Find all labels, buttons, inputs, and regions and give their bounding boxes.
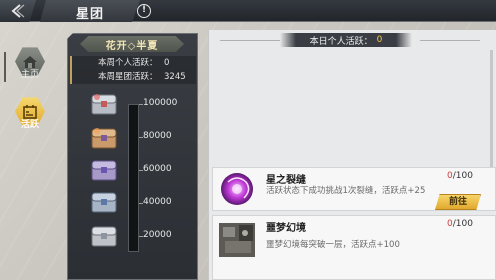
weekly-personal-value: 0 [164,58,170,68]
nav-item-activity[interactable]: 活跃 [12,92,48,134]
purple-chest-icon[interactable] [88,156,120,184]
blue-chest-icon[interactable] [88,188,120,216]
team-name-plate: 花开◇半夏 [80,36,184,52]
milestone-value: 100000 [143,98,178,108]
nav-bracket [4,52,12,82]
bronze-chest-icon[interactable] [88,124,120,152]
star-rift-icon [212,167,262,211]
milestone-value: 20000 [143,230,172,240]
page-title: 星团 [76,7,105,22]
nav-item-home[interactable]: 主页 [12,42,48,84]
divider-line [220,40,280,41]
task-progress-total: /100 [452,219,473,229]
task-list-scrollbar[interactable] [490,50,493,170]
activity-progress-track [128,104,139,252]
weekly-personal-label: 本周个人活跃： [98,58,158,68]
divider-line [420,40,480,41]
daily-activity-bar: 本日个人活跃： 0 [280,33,412,47]
weekly-team-label: 本周星团活跃： [98,72,158,82]
task-progress: 0/100 [447,171,473,181]
task-description: 活跃状态下成功挑战1次裂缝，活跃点+25 [266,186,426,196]
side-nav: 主页 活跃 [0,22,52,280]
task-title: 噩梦幻境 [266,223,306,234]
task-description: 噩梦幻境每突破一层，活跃点+100 [266,240,400,250]
help-icon[interactable]: ! [137,4,151,18]
silver-chest-icon[interactable] [88,222,120,250]
silver-chest-icon[interactable] [88,90,120,118]
nav-label-home: 主页 [20,69,39,80]
task-progress: 0/100 [447,219,473,229]
milestone-value: 40000 [143,197,172,207]
milestone-value: 60000 [143,164,172,174]
task-title: 星之裂缝 [266,175,306,186]
milestone-value: 80000 [143,131,172,141]
weekly-team-row: 本周星团活跃： 3245 [70,70,196,84]
back-arrow-icon [11,4,25,18]
weekly-personal-row: 本周个人活跃： 0 [70,56,196,70]
nav-label-activity: 活跃 [20,119,39,130]
daily-activity-value: 0 [376,35,383,45]
weekly-team-value: 3245 [164,72,186,82]
daily-activity-label: 本日个人活跃： [309,36,373,47]
team-name: 花开◇半夏 [105,40,159,52]
go-button[interactable]: 前往 [435,194,481,210]
task-progress-total: /100 [452,171,473,181]
nightmare-realm-icon [212,215,262,259]
